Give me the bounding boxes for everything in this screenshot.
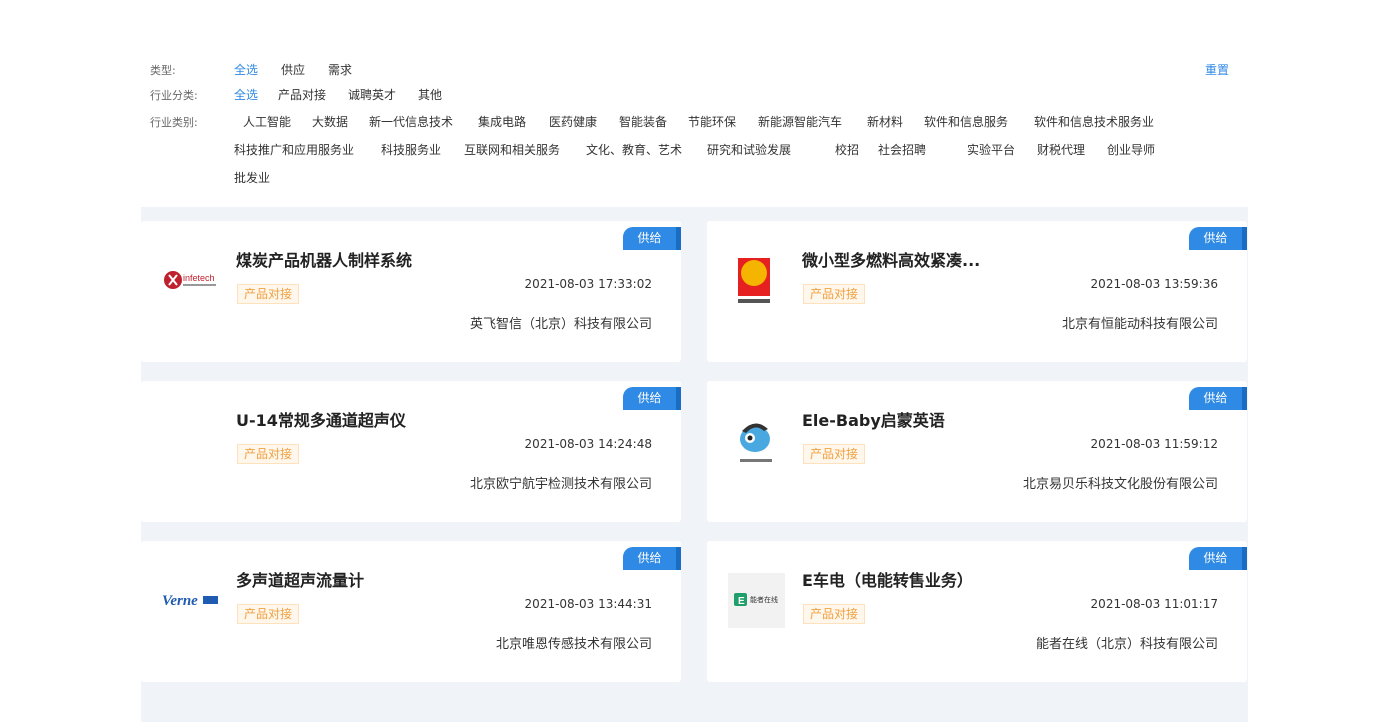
ribbon-fold: [676, 387, 681, 410]
ribbon-fold: [676, 227, 681, 250]
filter-industry-option[interactable]: 软件和信息服务: [924, 113, 1008, 130]
card-date: 2021-08-03 14:24:48: [524, 437, 652, 451]
card-title[interactable]: Ele-Baby启蒙英语: [802, 407, 945, 431]
filter-industry-option[interactable]: 医药健康: [549, 113, 597, 130]
company-name: 北京有恒能动科技有限公司: [1061, 317, 1218, 332]
resource-card[interactable]: 供给 U-14常规多通道超声仪 产品对接 2021-08-03 14:24:48…: [141, 381, 681, 522]
card-date: 2021-08-03 17:33:02: [524, 277, 652, 291]
filter-industry-option[interactable]: 节能环保: [688, 113, 736, 130]
card-date: 2021-08-03 13:59:36: [1090, 277, 1218, 291]
verne-logo-text: Verne: [162, 593, 198, 609]
filter-industry-option[interactable]: 新材料: [867, 113, 903, 130]
card-grid: 供给 infetech 煤炭产品机器人制样系统 产品对接 2021-08-03 …: [141, 207, 1248, 722]
filter-category-all[interactable]: 全选: [234, 86, 258, 103]
filter-industry-option[interactable]: 科技服务业: [381, 141, 441, 158]
filter-industry-option[interactable]: 智能装备: [619, 113, 667, 130]
nengzhe-logo-text: 能者在线: [750, 595, 778, 604]
supply-badge: 供给: [623, 227, 676, 250]
filter-industry-option[interactable]: 大数据: [312, 113, 348, 130]
company-name: 北京易贝乐科技文化股份有限公司: [1022, 477, 1218, 492]
youheng-logo: [728, 253, 785, 308]
supply-badge: 供给: [623, 387, 676, 410]
filter-industry-option[interactable]: 社会招聘: [878, 141, 926, 158]
category-tag: 产品对接: [237, 444, 299, 464]
supply-badge: 供给: [1189, 227, 1242, 250]
card-date: 2021-08-03 13:44:31: [524, 597, 652, 611]
supply-badge: 供给: [1189, 387, 1242, 410]
category-tag: 产品对接: [237, 604, 299, 624]
card-title[interactable]: 微小型多燃料高效紧凑...: [802, 247, 980, 271]
filter-industry-option[interactable]: 互联网和相关服务: [464, 141, 560, 158]
filter-type-label: 类型:: [150, 64, 176, 77]
filter-industry-option[interactable]: 创业导师: [1107, 141, 1155, 158]
verne-logo: Verne: [162, 573, 219, 628]
company-name: 英飞智信（北京）科技有限公司: [469, 317, 652, 332]
card-date: 2021-08-03 11:01:17: [1090, 597, 1218, 611]
category-tag: 产品对接: [237, 284, 299, 304]
filter-industry-option[interactable]: 校招: [835, 141, 859, 158]
nengzhe-logo: E 能者在线: [728, 573, 785, 628]
resource-card[interactable]: 供给 Ele-Baby启蒙英语 产品对接 2021-08-03 11:59:12…: [707, 381, 1247, 522]
card-date: 2021-08-03 11:59:12: [1090, 437, 1218, 451]
resource-card[interactable]: 供给 Verne 多声道超声流量计 产品对接 2021-08-03 13:44:…: [141, 541, 681, 682]
ribbon-fold: [1242, 547, 1247, 570]
company-name: 北京欧宁航宇检测技术有限公司: [469, 477, 652, 492]
filter-industry-option[interactable]: 集成电路: [478, 113, 526, 130]
filter-industry-option[interactable]: 新能源智能汽车: [758, 113, 842, 130]
card-title[interactable]: U-14常规多通道超声仪: [236, 407, 406, 431]
company-name: 能者在线（北京）科技有限公司: [1035, 637, 1218, 652]
filter-industry-option[interactable]: 软件和信息技术服务业: [1034, 113, 1154, 130]
reset-button[interactable]: 重置: [1205, 61, 1229, 78]
category-tag: 产品对接: [803, 604, 865, 624]
resource-card[interactable]: 供给 E 能者在线 E车电（电能转售业务） 产品对接 2021-08-03 11…: [707, 541, 1247, 682]
filter-industry-option[interactable]: 实验平台: [967, 141, 1015, 158]
supply-badge: 供给: [623, 547, 676, 570]
filter-industry-option[interactable]: 研究和试验发展: [707, 141, 791, 158]
filter-category-recruit[interactable]: 诚聘英才: [348, 86, 396, 103]
resource-card[interactable]: 供给 infetech 煤炭产品机器人制样系统 产品对接 2021-08-03 …: [141, 221, 681, 362]
elebaby-logo: [728, 413, 785, 468]
ribbon-fold: [1242, 387, 1247, 410]
filter-type-all[interactable]: 全选: [234, 61, 258, 78]
card-title[interactable]: E车电（电能转售业务）: [802, 567, 973, 591]
filter-category-label: 行业分类:: [150, 89, 198, 102]
filter-category-product[interactable]: 产品对接: [278, 86, 326, 103]
infetech-logo-text: infetech: [183, 273, 215, 283]
filter-industry-option[interactable]: 人工智能: [243, 113, 291, 130]
card-title[interactable]: 煤炭产品机器人制样系统: [236, 247, 412, 271]
card-title[interactable]: 多声道超声流量计: [236, 567, 364, 591]
ribbon-fold: [1242, 227, 1247, 250]
filter-industry-option[interactable]: 文化、教育、艺术: [586, 141, 682, 158]
svg-text:E: E: [738, 596, 745, 607]
filter-industry-option[interactable]: 科技推广和应用服务业: [234, 141, 354, 158]
category-tag: 产品对接: [803, 444, 865, 464]
filter-industry-option[interactable]: 新一代信息技术: [369, 113, 453, 130]
infetech-logo: infetech: [162, 253, 219, 308]
filter-panel: 类型: 全选 供应 需求 重置 行业分类: 全选 产品对接 诚聘英才 其他 行业…: [141, 42, 1248, 207]
filter-industry-option[interactable]: 批发业: [234, 169, 270, 186]
main-container: 类型: 全选 供应 需求 重置 行业分类: 全选 产品对接 诚聘英才 其他 行业…: [141, 42, 1248, 722]
ribbon-fold: [676, 547, 681, 570]
filter-industry-option[interactable]: 财税代理: [1037, 141, 1085, 158]
company-name: 北京唯恩传感技术有限公司: [495, 637, 652, 652]
filter-industry-label: 行业类别:: [150, 116, 198, 129]
filter-type-demand[interactable]: 需求: [328, 61, 352, 78]
supply-badge: 供给: [1189, 547, 1242, 570]
category-tag: 产品对接: [803, 284, 865, 304]
filter-category-other[interactable]: 其他: [418, 86, 442, 103]
filter-type-supply[interactable]: 供应: [281, 61, 305, 78]
resource-card[interactable]: 供给 微小型多燃料高效紧凑... 产品对接 2021-08-03 13:59:3…: [707, 221, 1247, 362]
